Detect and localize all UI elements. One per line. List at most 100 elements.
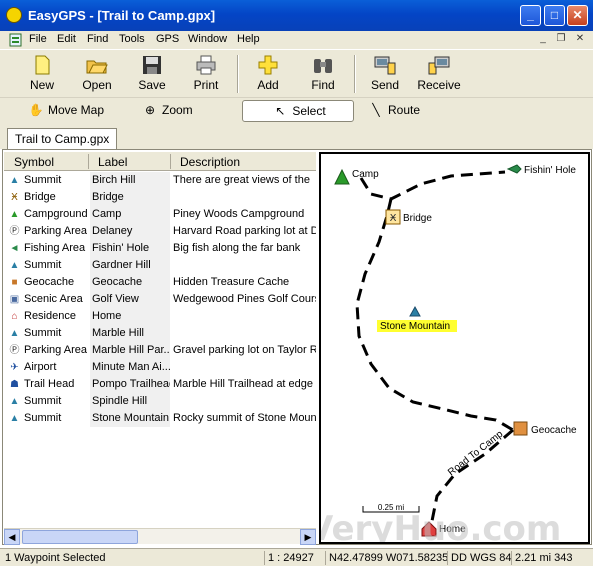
mdi-minimize-button[interactable]: _ [535,33,551,47]
row-symbol: Trail Head [24,378,75,390]
zoom-mode[interactable]: ⊕ Zoom [140,100,193,122]
close-button[interactable]: ✕ [567,5,588,26]
geocache-icon [513,421,528,436]
save-button[interactable]: Save [128,55,176,95]
table-row[interactable]: Ⓟ Parking Area Delaney Harvard Road parking… [4,223,316,240]
menu-bar: File Edit Find Tools GPS Window Help _ ❐… [0,31,593,49]
mdi-restore-button[interactable]: ❐ [553,33,569,47]
scroll-thumb[interactable] [22,530,138,544]
tent-icon [334,168,350,185]
table-row[interactable]: ⌂ Residence Home [4,308,316,325]
receive-button[interactable]: Receive [415,55,463,95]
open-button[interactable]: Open [73,55,121,95]
scroll-left-arrow[interactable]: ◀ [4,529,20,545]
stone-mountain-label[interactable]: Stone Mountain [380,321,450,332]
bridge-label: Bridge [403,213,432,224]
window-title: EasyGPS - [Trail to Camp.gpx] [28,8,216,23]
menu-file[interactable]: File [29,33,47,45]
minimize-button[interactable]: _ [520,5,541,26]
table-row[interactable]: ▲ Campground Camp Piney Woods Campground [4,206,316,223]
tab-trail-to-camp[interactable]: Trail to Camp.gpx [7,128,118,149]
zoom-label: Zoom [162,103,193,117]
column-divider[interactable] [170,154,171,169]
send-button[interactable]: Send [361,55,409,95]
title-bar: EasyGPS - [Trail to Camp.gpx] _ □ ✕ [0,0,593,31]
send-label: Send [370,78,400,92]
scroll-right-arrow[interactable]: ▶ [300,529,316,545]
table-row[interactable]: ▣ Scenic Area Golf View Wedgewood Pines Gol… [4,291,316,308]
column-label[interactable]: Label [98,155,127,169]
menu-edit[interactable]: Edit [57,33,76,45]
open-label: Open [82,78,112,92]
map-canvas[interactable]: Camp Fishin' Hole Ӿ Bridge Stone Mountai… [321,154,590,544]
select-mode[interactable]: ↖ Select [242,100,354,122]
summit-icon: ▲ [9,396,20,407]
add-plus-icon [258,55,278,75]
status-bar: 1 Waypoint Selected 1 : 24927 N42.47899 … [0,548,593,566]
airplane-icon: ✈ [10,362,19,373]
find-button[interactable]: Find [299,55,347,95]
campground-marker[interactable] [334,168,350,185]
hiker-icon: ☗ [10,379,19,390]
fish-label: Fishin' Hole [524,165,576,176]
menu-tools[interactable]: Tools [119,33,145,45]
table-row[interactable]: Ⓟ Parking Area Marble Hill Par... Gravel pa… [4,342,316,359]
move-map-mode[interactable]: ✋ Move Map [26,100,105,122]
geocache-marker[interactable] [513,421,528,436]
mdi-close-button[interactable]: ✕ [572,33,588,47]
table-row[interactable]: ■ Geocache Geocache Hidden Treasure Cache [4,274,316,291]
bridge-icon: Ӿ [11,192,18,203]
summit-icon: ▲ [9,328,20,339]
summit-icon: ▲ [9,413,20,424]
house-icon: ⌂ [11,311,18,322]
app-smiley-icon [6,7,22,23]
row-description: Harvard Road parking lot at D [173,225,316,237]
row-description: There are great views of the [173,174,310,186]
horizontal-scrollbar[interactable]: ◀ ▶ [4,528,316,545]
table-row[interactable]: ▲ Summit Marble Hill [4,325,316,342]
new-button[interactable]: New [18,55,66,95]
selection-status: 1 Waypoint Selected [5,552,106,564]
scenic-icon: ▣ [9,294,20,305]
receive-label: Receive [417,78,461,92]
bridge-marker[interactable]: Ӿ [385,209,401,225]
add-button[interactable]: Add [244,55,292,95]
table-row[interactable]: Ӿ Bridge Bridge [4,189,316,206]
open-folder-icon [86,60,108,74]
row-label: Delaney [90,223,170,240]
menu-window[interactable]: Window [188,33,227,45]
waypoint-list: Symbol Label Description ▲ Summit Birch Hi… [4,152,316,545]
route-label: Route [388,103,421,117]
map-view[interactable]: Camp Fishin' Hole Ӿ Bridge Stone Mountai… [319,152,590,544]
print-button[interactable]: Print [182,55,230,95]
summit-icon [409,305,421,317]
column-symbol[interactable]: Symbol [14,155,54,169]
document-icon [9,33,22,47]
menu-gps[interactable]: GPS [156,33,179,45]
column-divider[interactable] [88,154,89,169]
table-row[interactable]: ✈ Airport Minute Man Ai... [4,359,316,376]
fishing-marker[interactable] [506,164,522,174]
floppy-disk-icon [143,56,161,74]
coordinates-status: N42.47899 W071.58235 [329,552,449,564]
menu-find[interactable]: Find [87,33,108,45]
new-file-icon [35,55,50,75]
table-row[interactable]: ☗ Trail Head Pompo Trailhead Marble Hill Tr… [4,376,316,393]
table-row[interactable]: ▲ Summit Spindle Hill [4,393,316,410]
maximize-button[interactable]: □ [544,5,565,26]
row-symbol: Summit [24,327,62,339]
table-row[interactable]: ▲ Summit Stone Mountain Rocky summit of Sto… [4,410,316,427]
table-row[interactable]: ▲ Summit Gardner Hill [4,257,316,274]
summit-marker[interactable] [409,305,421,317]
route-mode[interactable]: ╲ Route [366,100,420,122]
column-description[interactable]: Description [180,155,240,169]
row-label: Pompo Trailhead [90,376,170,393]
row-description: Wedgewood Pines Golf Cours [173,293,316,305]
table-row[interactable]: ◄ Fishing Area Fishin' Hole Big fish along … [4,240,316,257]
row-symbol: Summit [24,259,62,271]
menu-help[interactable]: Help [237,33,260,45]
row-symbol: Bridge [24,191,56,203]
geocache-label: Geocache [531,425,577,436]
table-row[interactable]: ▲ Summit Birch Hill There are great views o… [4,172,316,189]
toolbar-separator [237,55,239,93]
